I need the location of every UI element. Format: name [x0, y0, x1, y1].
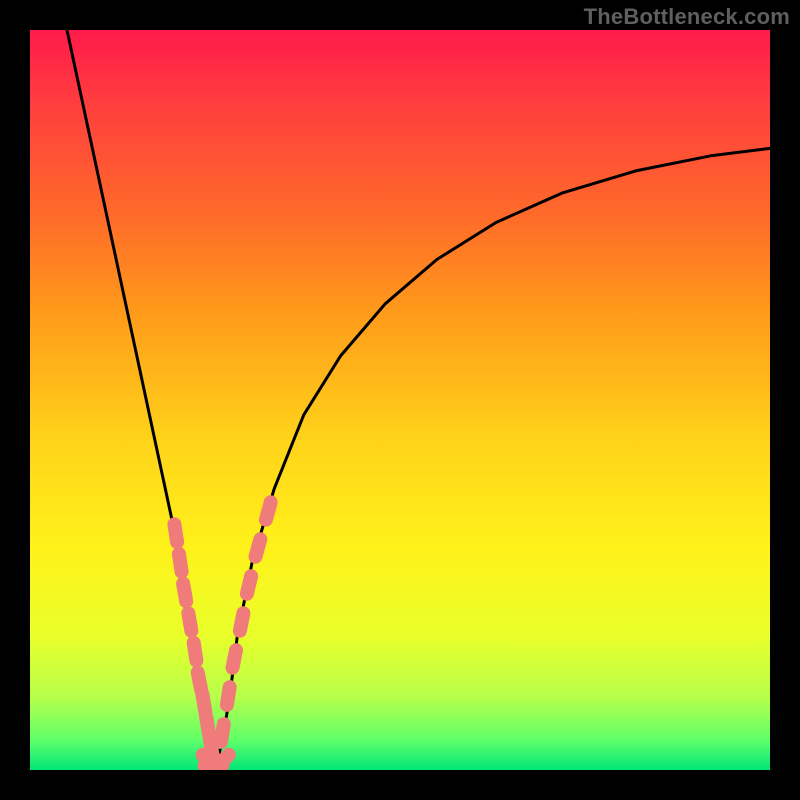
sample-dots-bottom-dot: [216, 755, 229, 768]
sample-dots-right-dot: [256, 539, 261, 556]
sample-dots-right-dot: [247, 576, 251, 594]
curve-svg: [30, 30, 770, 770]
sample-dots-left-dot: [206, 717, 209, 735]
sample-dots-left-dot: [174, 524, 177, 542]
sample-dots-right-dot: [240, 613, 244, 631]
bottleneck-curve-path: [67, 30, 770, 770]
sample-dots-left-dot: [179, 554, 182, 572]
sample-dots-right-dot: [227, 687, 230, 705]
sample-dots-left-dot: [194, 643, 197, 661]
sample-dots-left-dot: [188, 613, 191, 631]
sample-dots-right-dot: [233, 650, 237, 668]
chart-frame: TheBottleneck.com: [0, 0, 800, 800]
sample-dots-right-dot: [266, 502, 271, 519]
watermark-text: TheBottleneck.com: [584, 4, 790, 30]
sample-dots-left-dot: [183, 584, 186, 602]
sample-dots-left-dot: [202, 695, 205, 713]
sample-dots-right-dot: [221, 724, 224, 742]
plot-area: [30, 30, 770, 770]
sample-dots-left-dot: [198, 672, 202, 690]
